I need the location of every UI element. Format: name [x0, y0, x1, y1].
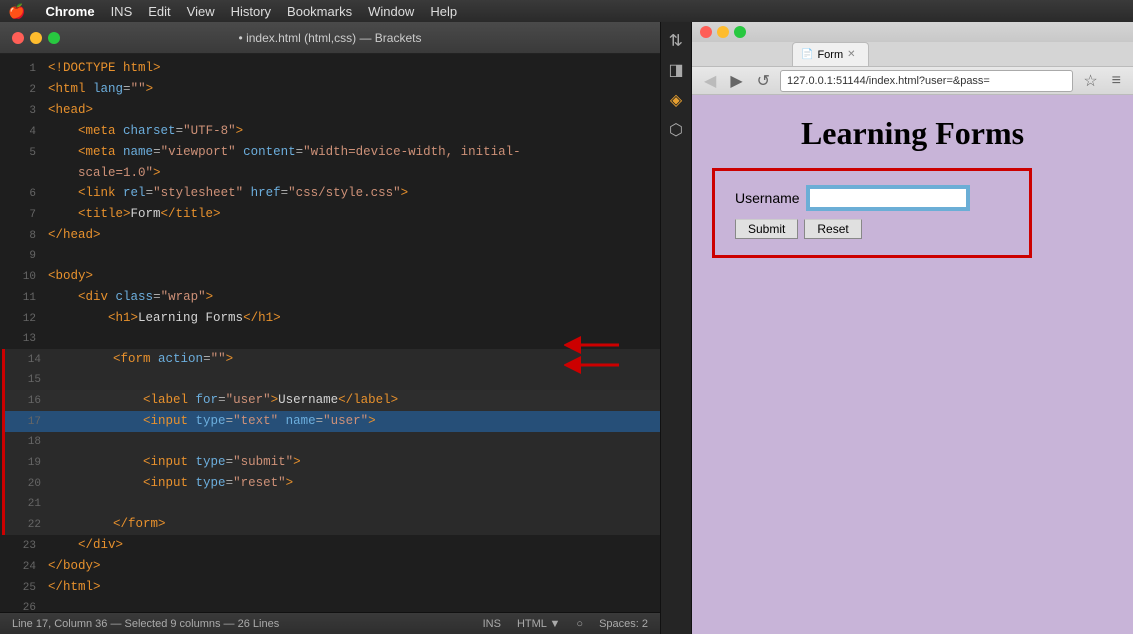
- status-bar: Line 17, Column 36 — Selected 9 columns …: [0, 612, 660, 634]
- form-buttons: Submit Reset: [735, 219, 1009, 239]
- browser-tl-minimize[interactable]: [717, 26, 729, 38]
- browser-traffic-lights: [700, 26, 746, 38]
- status-spaces[interactable]: Spaces: 2: [599, 618, 648, 630]
- code-line-9: 9: [0, 246, 660, 266]
- status-right: INS HTML ▼ ○ Spaces: 2: [483, 618, 648, 630]
- browser-tl-close[interactable]: [700, 26, 712, 38]
- url-text: 127.0.0.1:51144/index.html?user=&pass=: [787, 75, 990, 87]
- username-label: Username: [735, 190, 800, 206]
- editor-sidebar: ⇄ ◨ ◈ ⬡: [660, 22, 692, 634]
- code-line-13: 13: [0, 329, 660, 349]
- code-line-3: 3 <head>: [0, 100, 660, 121]
- code-line-26: 26: [0, 598, 660, 612]
- code-line-6: 6 <link rel="stylesheet" href="css/style…: [0, 183, 660, 204]
- menu-btn[interactable]: ≡: [1108, 70, 1125, 92]
- main-area: • index.html (html,css) — Brackets 1 <!D…: [0, 22, 1133, 634]
- bookmark-btn[interactable]: ☆: [1079, 69, 1101, 93]
- code-line-16: 16 <label for="user">Username</label>: [2, 390, 660, 411]
- code-line-25: 25 </html>: [0, 577, 660, 598]
- address-bar[interactable]: 127.0.0.1:51144/index.html?user=&pass=: [780, 70, 1073, 92]
- apple-menu[interactable]: 🍎: [8, 3, 25, 20]
- code-line-2: 2 <html lang="">: [0, 79, 660, 100]
- browser-panel: 📄 Form ✕ ◀ ▶ ↺ 127.0.0.1:51144/index.htm…: [692, 22, 1133, 634]
- status-lang[interactable]: HTML ▼: [517, 618, 560, 630]
- page-h1: Learning Forms: [712, 115, 1113, 152]
- tab-row: 📄 Form ✕: [692, 42, 1133, 67]
- menu-history[interactable]: History: [231, 4, 271, 19]
- browser-tl-maximize[interactable]: [734, 26, 746, 38]
- tab-title: Form: [817, 49, 843, 61]
- menu-window[interactable]: Window: [368, 4, 414, 19]
- code-line-20: 20 <input type="reset">: [2, 473, 660, 494]
- code-line-24: 24 </body>: [0, 556, 660, 577]
- webpage-content: Learning Forms Username Submit Reset: [712, 115, 1113, 258]
- code-line-17: 17 <input type="text" name="user">: [2, 411, 660, 432]
- sidebar-preview-icon[interactable]: ◨: [668, 60, 683, 80]
- refresh-button[interactable]: ↺: [753, 69, 774, 93]
- forward-button[interactable]: ▶: [726, 69, 746, 93]
- form-container: Username Submit Reset: [712, 168, 1032, 258]
- menu-bar: 🍎 Chrome INS Edit View History Bookmarks…: [0, 0, 1133, 22]
- browser-tab[interactable]: 📄 Form ✕: [792, 42, 869, 66]
- tab-close-btn[interactable]: ✕: [847, 49, 855, 60]
- code-line-11: 11 <div class="wrap">: [0, 287, 660, 308]
- code-line-5b: scale=1.0">: [0, 163, 660, 183]
- browser-content: Learning Forms Username Submit Reset: [692, 95, 1133, 634]
- code-line-1: 1 <!DOCTYPE html>: [0, 58, 660, 79]
- traffic-lights: [12, 32, 60, 44]
- code-line-22: 22 </form>: [2, 514, 660, 535]
- code-line-10: 10 <body>: [0, 266, 660, 287]
- submit-button[interactable]: Submit: [735, 219, 798, 239]
- form-username-row: Username: [735, 187, 1009, 209]
- sidebar-split-icon[interactable]: ⇄: [666, 33, 686, 46]
- code-area[interactable]: 1 <!DOCTYPE html> 2 <html lang=""> 3 <he…: [0, 54, 660, 612]
- tl-close[interactable]: [12, 32, 24, 44]
- browser-tab-bar: [692, 22, 1133, 42]
- menu-view[interactable]: View: [187, 4, 215, 19]
- sidebar-live-icon[interactable]: ◈: [670, 90, 682, 110]
- code-line-12: 12 <h1>Learning Forms</h1>: [0, 308, 660, 329]
- menu-bookmarks[interactable]: Bookmarks: [287, 4, 352, 19]
- menu-file[interactable]: INS: [111, 4, 133, 19]
- code-line-19: 19 <input type="submit">: [2, 452, 660, 473]
- status-ins: INS: [483, 618, 501, 630]
- tl-minimize[interactable]: [30, 32, 42, 44]
- back-button[interactable]: ◀: [700, 69, 720, 93]
- username-input[interactable]: [808, 187, 968, 209]
- code-line-15: 15: [2, 370, 660, 390]
- code-line-7: 7 <title>Form</title>: [0, 204, 660, 225]
- status-position: Line 17, Column 36 — Selected 9 columns …: [12, 618, 279, 630]
- code-line-14: 14 <form action="">: [2, 349, 660, 370]
- code-line-23: 23 </div>: [0, 535, 660, 556]
- code-line-4: 4 <meta charset="UTF-8">: [0, 121, 660, 142]
- menu-edit[interactable]: Edit: [148, 4, 170, 19]
- sidebar-extract-icon[interactable]: ⬡: [669, 120, 683, 140]
- reset-button[interactable]: Reset: [804, 219, 861, 239]
- code-line-18: 18: [2, 432, 660, 452]
- browser-toolbar: ◀ ▶ ↺ 127.0.0.1:51144/index.html?user=&p…: [692, 67, 1133, 95]
- tl-maximize[interactable]: [48, 32, 60, 44]
- editor-titlebar: • index.html (html,css) — Brackets: [0, 22, 660, 54]
- editor-title: • index.html (html,css) — Brackets: [239, 31, 422, 45]
- app-name[interactable]: Chrome: [45, 4, 94, 19]
- code-editor-wrapper: 1 <!DOCTYPE html> 2 <html lang=""> 3 <he…: [0, 54, 660, 612]
- menu-help[interactable]: Help: [430, 4, 457, 19]
- status-encoding-icon[interactable]: ○: [576, 618, 583, 630]
- tab-icon: 📄: [801, 49, 813, 60]
- code-line-21: 21: [2, 494, 660, 514]
- editor-panel: • index.html (html,css) — Brackets 1 <!D…: [0, 22, 660, 634]
- code-line-8: 8 </head>: [0, 225, 660, 246]
- code-line-5: 5 <meta name="viewport" content="width=d…: [0, 142, 660, 163]
